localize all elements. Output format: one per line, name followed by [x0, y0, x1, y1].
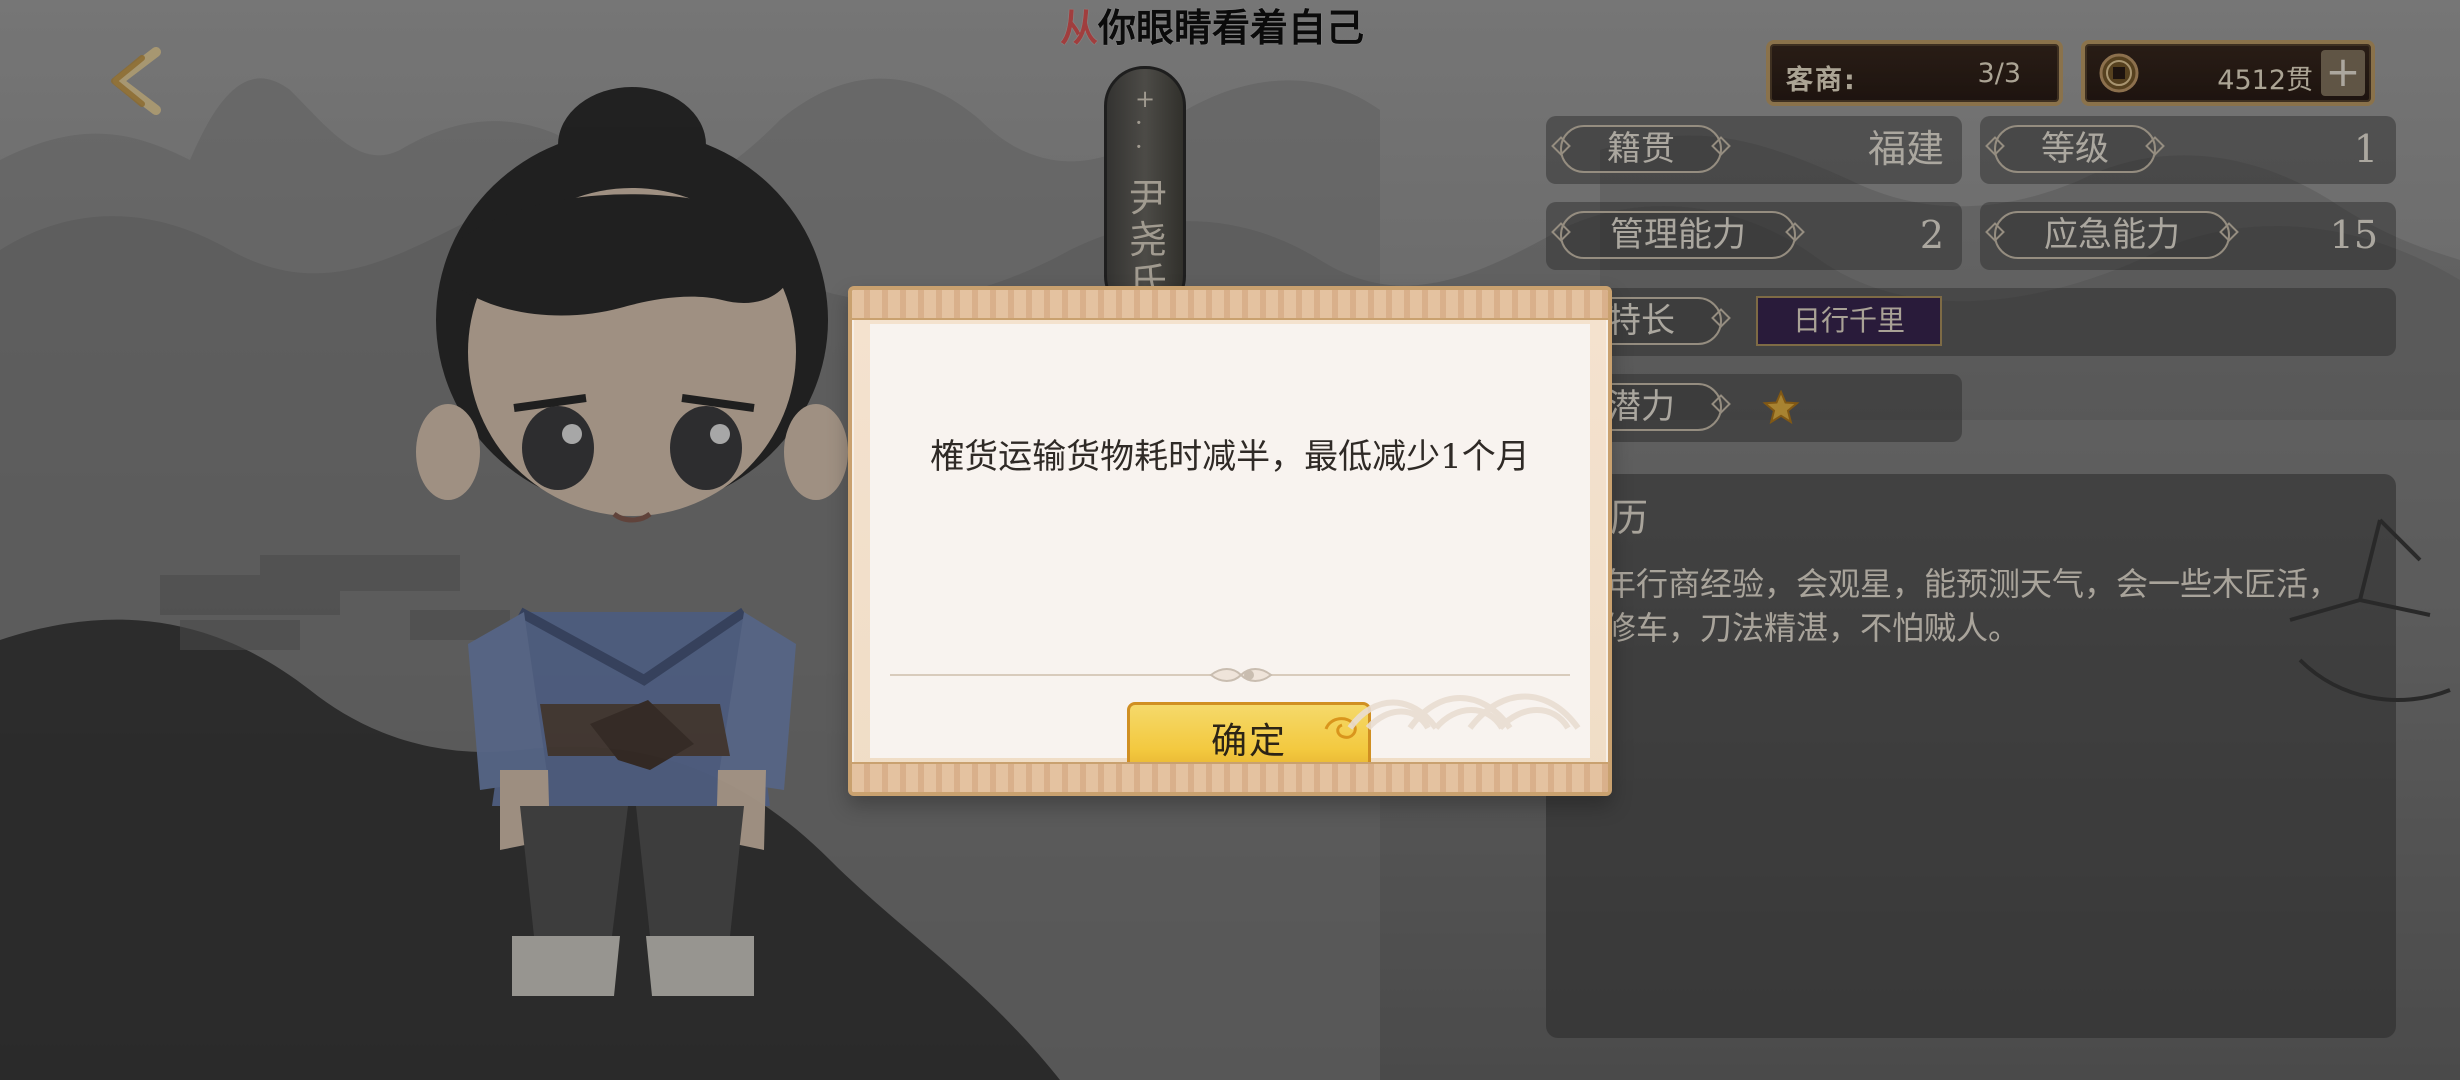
divider-ornament-icon [1209, 668, 1273, 682]
dialog-top-border [852, 290, 1608, 320]
dialog-message: 榷货运输货物耗时减半，最低减少1个月 [930, 437, 1530, 477]
confirm-button-label: 确定 [1210, 721, 1287, 762]
wave-decoration-icon [1347, 693, 1581, 731]
dialog-bottom-border [852, 762, 1608, 792]
effect-dialog: 榷货运输货物耗时减半，最低减少1个月 确定 [848, 286, 1612, 796]
dialog-body: 榷货运输货物耗时减半，最低减少1个月 确定 [870, 324, 1590, 782]
game-scene: 从你眼睛看着自己 客商: 3/3 4512贯 + + · · 尹尧氏 籍贯 福建 等… [0, 0, 2460, 1080]
